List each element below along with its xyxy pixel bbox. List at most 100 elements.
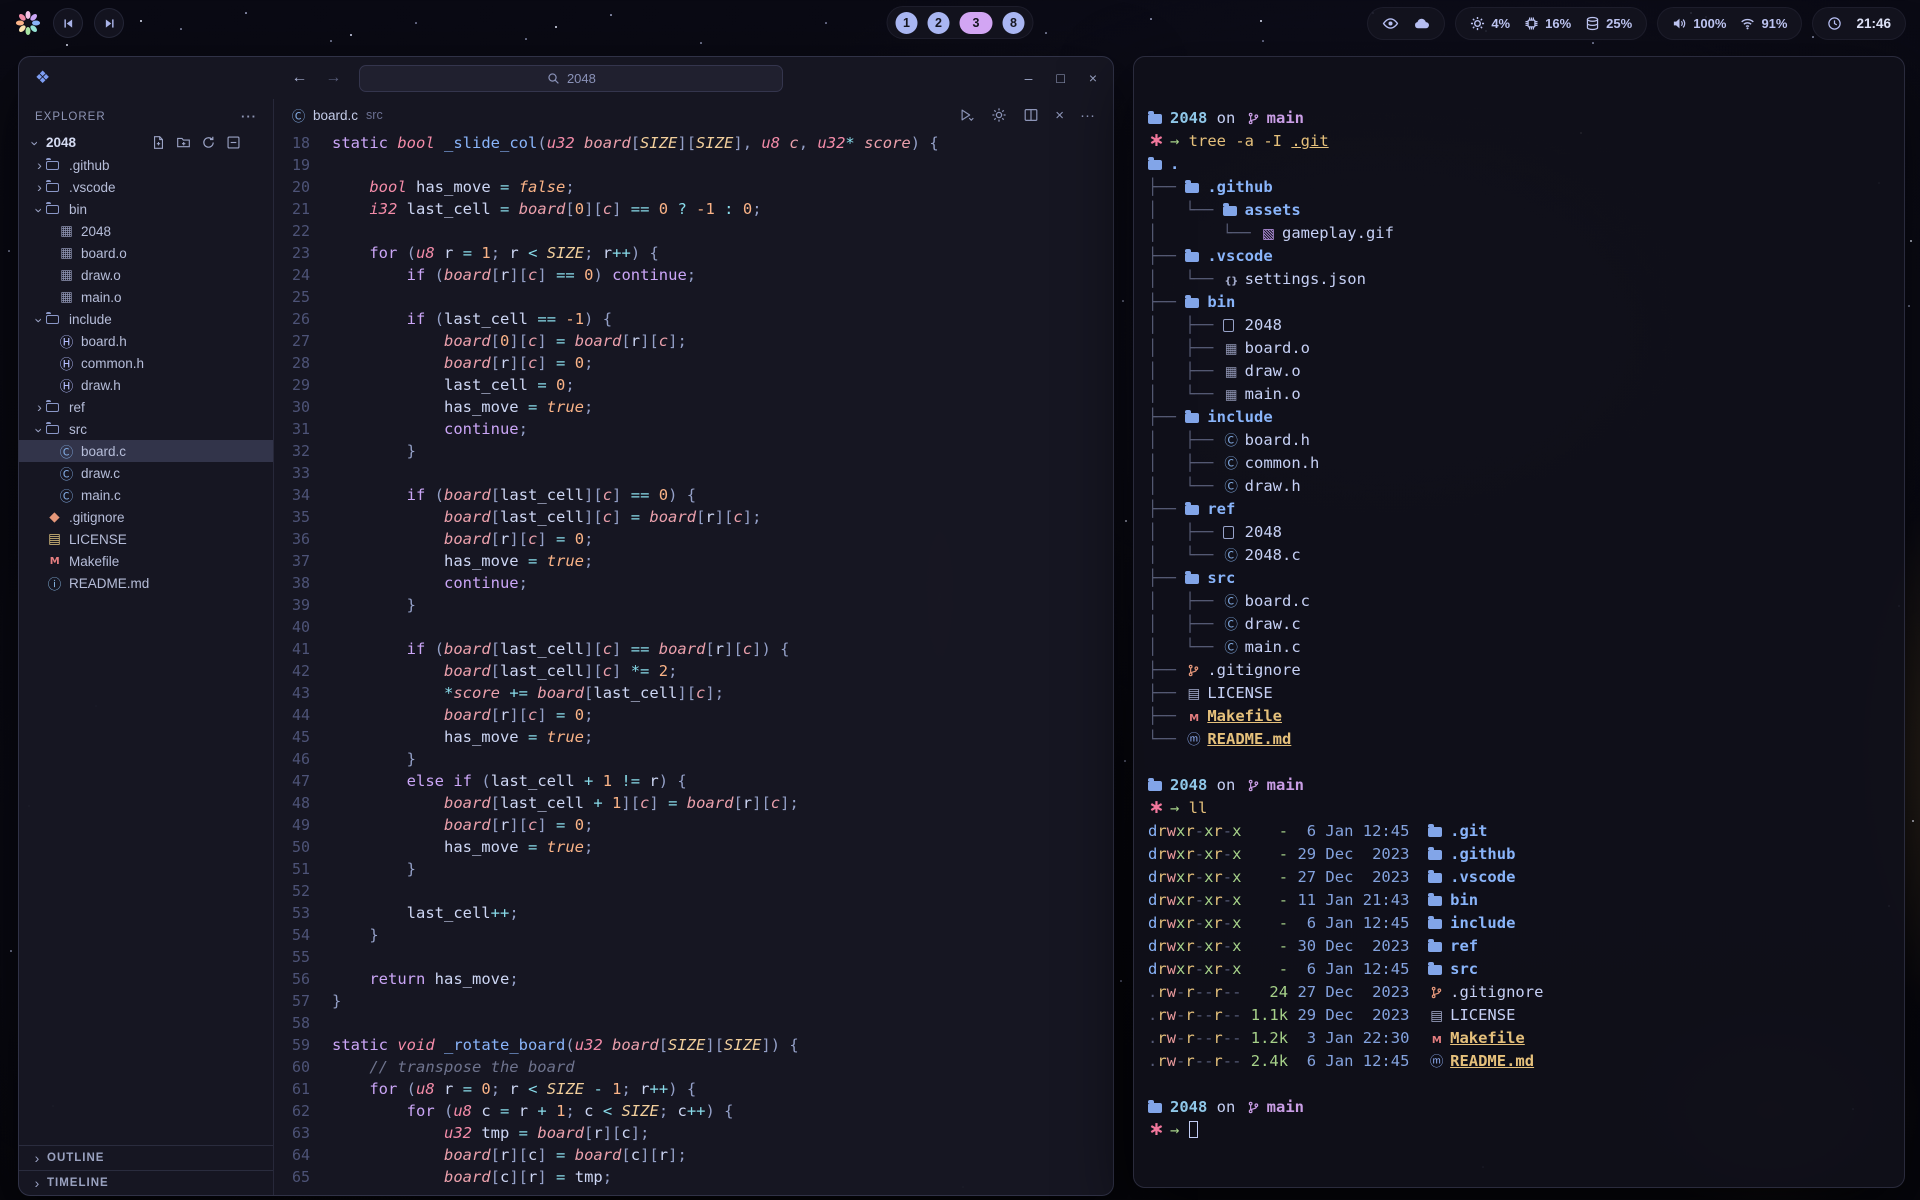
binary-icon: ▦ (1223, 338, 1240, 361)
run-file-button[interactable] (959, 107, 975, 123)
vscode-titlebar[interactable]: ❖ ← → 2048 – □ × (19, 57, 1113, 99)
terminal-line: │ └── Ⓒ2048.c (1148, 544, 1894, 567)
maximize-button[interactable]: □ (1056, 70, 1064, 86)
line-number: 29 (274, 374, 310, 396)
tree-item-draw.c[interactable]: Ⓒdraw.c (19, 462, 273, 484)
tree-item-.gitignore[interactable]: ◆.gitignore (19, 506, 273, 528)
code-editor[interactable]: 18static bool _slide_col(u32 board[SIZE]… (274, 131, 1113, 1195)
workspace-3-active[interactable]: 3 (960, 12, 993, 34)
tree-item-LICENSE[interactable]: ▤LICENSE (19, 528, 273, 550)
new-folder-button[interactable] (176, 135, 191, 150)
media-previous-button[interactable] (53, 8, 83, 38)
line-number: 33 (274, 462, 310, 484)
line-number: 18 (274, 132, 310, 154)
terminal-line: ├── .github (1148, 176, 1894, 199)
configure-run-icon[interactable] (991, 107, 1007, 123)
tree-item-Makefile[interactable]: MMakefile (19, 550, 273, 572)
code-line-65: 65 board[c][r] = tmp; (274, 1166, 1113, 1188)
explorer-more-actions-icon[interactable]: ··· (241, 109, 257, 124)
folderf-icon (1428, 873, 1442, 883)
workspace-8[interactable]: 8 (1003, 12, 1025, 34)
tree-item-board.h[interactable]: Ⓗboard.h (19, 330, 273, 352)
folderf-icon (1428, 850, 1442, 860)
folder-icon (46, 183, 59, 192)
new-file-button[interactable] (151, 135, 166, 150)
tree-item-README.md[interactable]: ⓘREADME.md (19, 572, 273, 594)
code-line-47: 47 else if (last_cell + 1 != r) { (274, 770, 1113, 792)
code-line-37: 37 has_move = true; (274, 550, 1113, 572)
tree-item-src[interactable]: ›src (19, 418, 273, 440)
tree-item-bin[interactable]: ›bin (19, 198, 273, 220)
tree-item-draw.h[interactable]: Ⓗdraw.h (19, 374, 273, 396)
media-next-button[interactable] (94, 8, 124, 38)
folderf-icon (1185, 252, 1199, 262)
hfile-icon: Ⓗ (58, 375, 75, 395)
readme-icon: ⓜ (1428, 1051, 1445, 1074)
code-line-26: 26 if (last_cell == -1) { (274, 308, 1113, 330)
nav-back-button[interactable]: ← (291, 69, 307, 87)
tree-item-label: src (69, 422, 87, 437)
folderf-icon (1148, 114, 1162, 124)
code-line-30: 30 has_move = true; (274, 396, 1113, 418)
system-logo-icon[interactable] (14, 9, 42, 37)
skip-back-icon (62, 17, 75, 30)
chevron-right-icon: › (33, 399, 46, 415)
outline-section[interactable]: › OUTLINE (19, 1145, 273, 1170)
memory-stat: 16% (1524, 16, 1571, 31)
minimize-button[interactable]: – (1025, 70, 1033, 86)
tree-item-2048[interactable]: ▦2048 (19, 220, 273, 242)
folderf-icon (1185, 183, 1199, 193)
tree-item-ref[interactable]: ›ref (19, 396, 273, 418)
branch-icon (1245, 108, 1262, 131)
flake-icon: ∗ (1148, 802, 1165, 812)
tree-item-common.h[interactable]: Ⓗcommon.h (19, 352, 273, 374)
nav-forward-button[interactable]: → (325, 69, 341, 87)
workspace-2[interactable]: 2 (928, 12, 950, 34)
tree-item-draw.o[interactable]: ▦draw.o (19, 264, 273, 286)
terminal-window[interactable]: 2048 on main∗→ tree -a -I .git.├── .gith… (1133, 56, 1905, 1188)
search-icon (547, 72, 560, 85)
line-number: 52 (274, 880, 310, 902)
code-line-39: 39 } (274, 594, 1113, 616)
terminal-line: │ └── Ⓒdraw.h (1148, 475, 1894, 498)
tree-item-.vscode[interactable]: ›.vscode (19, 176, 273, 198)
hfile-icon: Ⓗ (58, 353, 75, 373)
project-root-row[interactable]: › 2048 (19, 131, 273, 154)
cfile-icon: Ⓒ (1223, 476, 1240, 499)
command-center-search[interactable]: 2048 (359, 65, 783, 92)
tab-file-name[interactable]: board.c (313, 108, 358, 123)
close-button[interactable]: × (1089, 70, 1097, 86)
line-number: 50 (274, 836, 310, 858)
line-number: 36 (274, 528, 310, 550)
terminal-line: ├── MMakefile (1148, 705, 1894, 728)
refresh-button[interactable] (201, 135, 216, 150)
tree-item-board.o[interactable]: ▦board.o (19, 242, 273, 264)
gitd-icon: ◆ (46, 509, 63, 525)
collapse-all-button[interactable] (226, 135, 241, 150)
tree-item-.github[interactable]: ›.github (19, 154, 273, 176)
tree-item-label: board.o (81, 246, 127, 261)
tree-item-board.c[interactable]: Ⓒboard.c (19, 440, 273, 462)
code-line-29: 29 last_cell = 0; (274, 374, 1113, 396)
split-editor-icon[interactable] (1023, 107, 1039, 123)
line-number: 56 (274, 968, 310, 990)
tree-item-include[interactable]: ›include (19, 308, 273, 330)
workspace-1[interactable]: 1 (896, 12, 918, 34)
tree-item-main.c[interactable]: Ⓒmain.c (19, 484, 273, 506)
workspace-switcher: 1238 (887, 6, 1034, 39)
code-line-44: 44 board[r][c] = 0; (274, 704, 1113, 726)
terminal-line: drwxr-xr-x - 6 Jan 12:45 src (1148, 958, 1894, 981)
cfile-icon: Ⓒ (1223, 591, 1240, 614)
code-line-51: 51 } (274, 858, 1113, 880)
close-editor-icon[interactable]: × (1055, 108, 1064, 123)
exe-icon (1223, 526, 1234, 539)
tree-item-main.o[interactable]: ▦main.o (19, 286, 273, 308)
editor-more-actions-icon[interactable]: ··· (1080, 108, 1095, 123)
line-number: 27 (274, 330, 310, 352)
skip-forward-icon (103, 17, 116, 30)
terminal-line: │ ├── 2048 (1148, 521, 1894, 544)
line-number: 30 (274, 396, 310, 418)
hfile-icon: Ⓗ (58, 331, 75, 351)
cfile-icon: Ⓒ (1223, 453, 1240, 476)
timeline-section[interactable]: › TIMELINE (19, 1170, 273, 1195)
